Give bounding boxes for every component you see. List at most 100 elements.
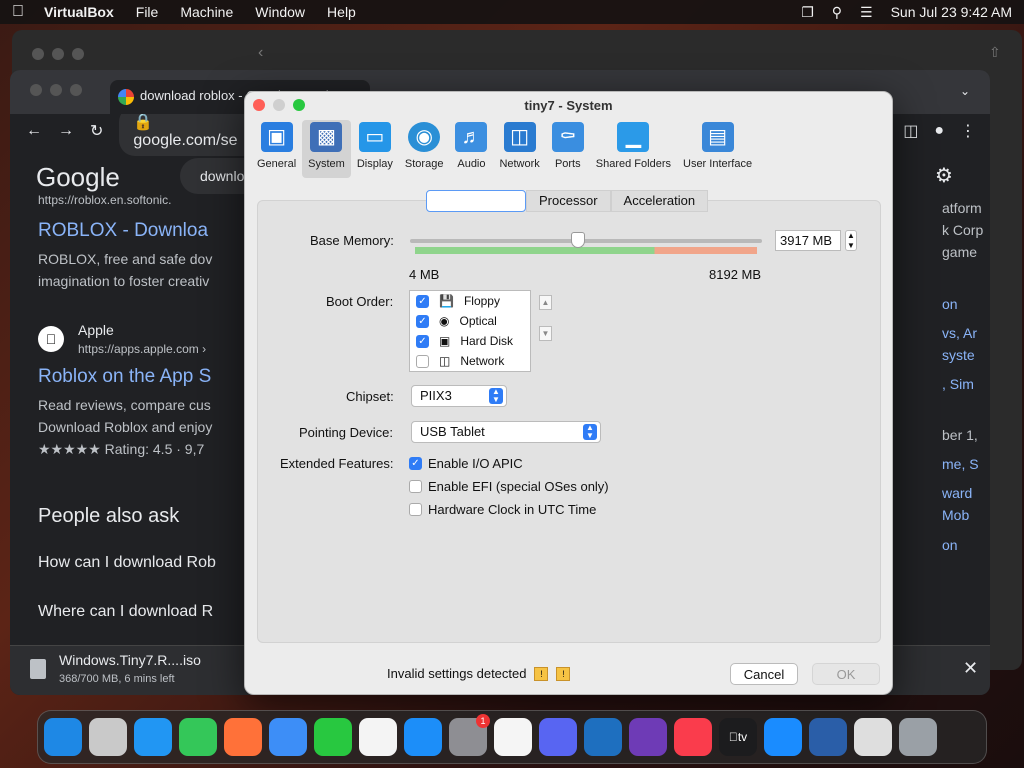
right-fragment[interactable]: syste	[942, 347, 975, 363]
visual-studio-icon[interactable]	[629, 718, 667, 756]
toolbar-audio[interactable]: ♬ Audio	[449, 120, 493, 178]
efi-checkbox[interactable]	[409, 480, 422, 493]
boot-checkbox[interactable]: ✓	[416, 294, 429, 308]
dialog-minimize-icon[interactable]	[273, 99, 285, 111]
result-2-title[interactable]: Roblox on the App S	[38, 366, 211, 388]
tab-list-chevron-icon[interactable]: ⌄	[960, 84, 970, 98]
io-apic-checkbox[interactable]: ✓	[409, 457, 422, 470]
question-1[interactable]: How can I download Rob	[38, 554, 216, 572]
toolbar-user-interface[interactable]: ▤ User Interface	[677, 120, 758, 178]
reload-icon[interactable]: ↻	[90, 121, 103, 141]
back-arrow-icon[interactable]: ←	[26, 122, 42, 140]
right-fragment[interactable]: on	[942, 296, 958, 312]
boot-checkbox[interactable]	[416, 354, 429, 368]
menu-help[interactable]: Help	[327, 4, 356, 20]
settings-gear-icon[interactable]: ⚙	[935, 163, 953, 188]
music-icon[interactable]	[674, 718, 712, 756]
profile-avatar-icon[interactable]: ●	[934, 122, 944, 140]
bg-zoom-icon[interactable]	[72, 48, 84, 60]
system-settings-icon[interactable]: 1	[449, 714, 490, 756]
question-2[interactable]: Where can I download R	[38, 603, 213, 621]
feature-utc-clock[interactable]: Hardware Clock in UTC Time	[409, 502, 596, 517]
boot-checkbox[interactable]: ✓	[416, 334, 429, 348]
window-switch-icon[interactable]: ❐	[801, 4, 814, 21]
chrome-close-icon[interactable]	[30, 84, 42, 96]
mail-icon[interactable]	[269, 718, 307, 756]
right-fragment[interactable]: , Sim	[942, 376, 974, 392]
boot-item-network[interactable]: ◫ Network	[410, 351, 530, 371]
toolbar-system[interactable]: ▩ System	[302, 120, 351, 178]
google-logo[interactable]: Google	[36, 162, 120, 193]
trash-icon[interactable]	[899, 718, 937, 756]
close-downloads-icon[interactable]: ✕	[963, 658, 978, 679]
result-1-title[interactable]: ROBLOX - Downloa	[38, 220, 208, 242]
chrome-minimize-icon[interactable]	[50, 84, 62, 96]
feature-efi[interactable]: Enable EFI (special OSes only)	[409, 479, 609, 494]
bg-minimize-icon[interactable]	[52, 48, 64, 60]
vscode-icon[interactable]	[584, 718, 622, 756]
control-center-icon[interactable]: ☰	[860, 4, 873, 21]
textedit-icon[interactable]	[494, 718, 532, 756]
tab-acceleration[interactable]: Acceleration	[610, 190, 709, 212]
download-filename[interactable]: Windows.Tiny7.R....iso	[59, 652, 201, 668]
result-2-url[interactable]: https://apps.apple.com ›	[78, 342, 206, 356]
spotlight-search-icon[interactable]: ⚲	[832, 4, 842, 21]
chipset-select[interactable]: PIIX3 ▲ ▼	[411, 385, 507, 407]
dialog-zoom-icon[interactable]	[293, 99, 305, 111]
cancel-button[interactable]: Cancel	[730, 663, 798, 685]
boot-item-floppy[interactable]: ✓ 💾 Floppy	[410, 291, 530, 311]
toolbar-ports[interactable]: ⚰ Ports	[546, 120, 590, 178]
warning-icon[interactable]: !	[556, 666, 571, 681]
discord-icon[interactable]	[539, 718, 577, 756]
boot-checkbox[interactable]: ✓	[416, 314, 429, 328]
boot-move-up-icon[interactable]: ▲	[539, 295, 552, 310]
result-1-url[interactable]: https://roblox.en.softonic.	[38, 193, 171, 207]
boot-move-down-icon[interactable]: ▼	[539, 326, 552, 341]
right-fragment[interactable]: on	[942, 537, 958, 553]
memory-stepper[interactable]: ▲ ▼	[845, 230, 857, 251]
right-fragment[interactable]: me, S	[942, 456, 979, 472]
keynote-icon[interactable]	[764, 718, 802, 756]
toolbar-network[interactable]: ◫ Network	[493, 120, 545, 178]
toolbar-general[interactable]: ▣ General	[251, 120, 302, 178]
chrome-icon[interactable]	[359, 718, 397, 756]
toolbar-display[interactable]: ▭ Display	[351, 120, 399, 178]
apple-menu-icon[interactable]: 	[12, 3, 24, 21]
firefox-icon[interactable]	[224, 718, 262, 756]
right-fragment[interactable]: Mob	[942, 507, 969, 523]
memory-slider-track[interactable]	[410, 239, 762, 243]
utc-clock-checkbox[interactable]	[409, 503, 422, 516]
tab-motherboard[interactable]	[426, 190, 526, 212]
menu-machine[interactable]: Machine	[180, 4, 233, 20]
bg-close-icon[interactable]	[32, 48, 44, 60]
bg-share-icon[interactable]: ⇧	[989, 44, 1001, 61]
boot-item-hard-disk[interactable]: ✓ ▣ Hard Disk	[410, 331, 530, 351]
app-store-icon[interactable]	[404, 718, 442, 756]
boot-item-optical[interactable]: ✓ ◉ Optical	[410, 311, 530, 331]
menu-window[interactable]: Window	[255, 4, 305, 20]
chrome-menu-icon[interactable]: ⋮	[960, 121, 976, 141]
apple-tv-icon[interactable]: tv	[719, 718, 757, 756]
chrome-zoom-icon[interactable]	[70, 84, 82, 96]
side-panel-icon[interactable]: ◫	[903, 121, 918, 141]
feature-io-apic[interactable]: ✓ Enable I/O APIC	[409, 456, 523, 471]
toolbar-shared-folders[interactable]: ▁ Shared Folders	[590, 120, 677, 178]
facetime-icon[interactable]	[314, 718, 352, 756]
menu-clock[interactable]: Sun Jul 23 9:42 AM	[891, 4, 1012, 20]
memory-field[interactable]: 3917 MB	[775, 230, 841, 251]
menu-app-name[interactable]: VirtualBox	[44, 4, 114, 20]
bg-back-icon[interactable]: ‹	[258, 44, 263, 62]
right-fragment[interactable]: ward	[942, 485, 972, 501]
safari-icon[interactable]	[134, 718, 172, 756]
memory-slider-thumb[interactable]	[571, 232, 586, 248]
result-2-site[interactable]: Apple	[78, 322, 114, 338]
right-fragment[interactable]: vs, Ar	[942, 325, 977, 341]
virtualbox-icon[interactable]	[809, 718, 847, 756]
pointing-device-select[interactable]: USB Tablet ▲ ▼	[411, 421, 601, 443]
dialog-close-icon[interactable]	[253, 99, 265, 111]
launchpad-icon[interactable]	[89, 718, 127, 756]
tab-processor[interactable]: Processor	[526, 190, 611, 212]
menu-file[interactable]: File	[136, 4, 159, 20]
messages-icon[interactable]	[179, 718, 217, 756]
toolbar-storage[interactable]: ◉ Storage	[399, 120, 450, 178]
